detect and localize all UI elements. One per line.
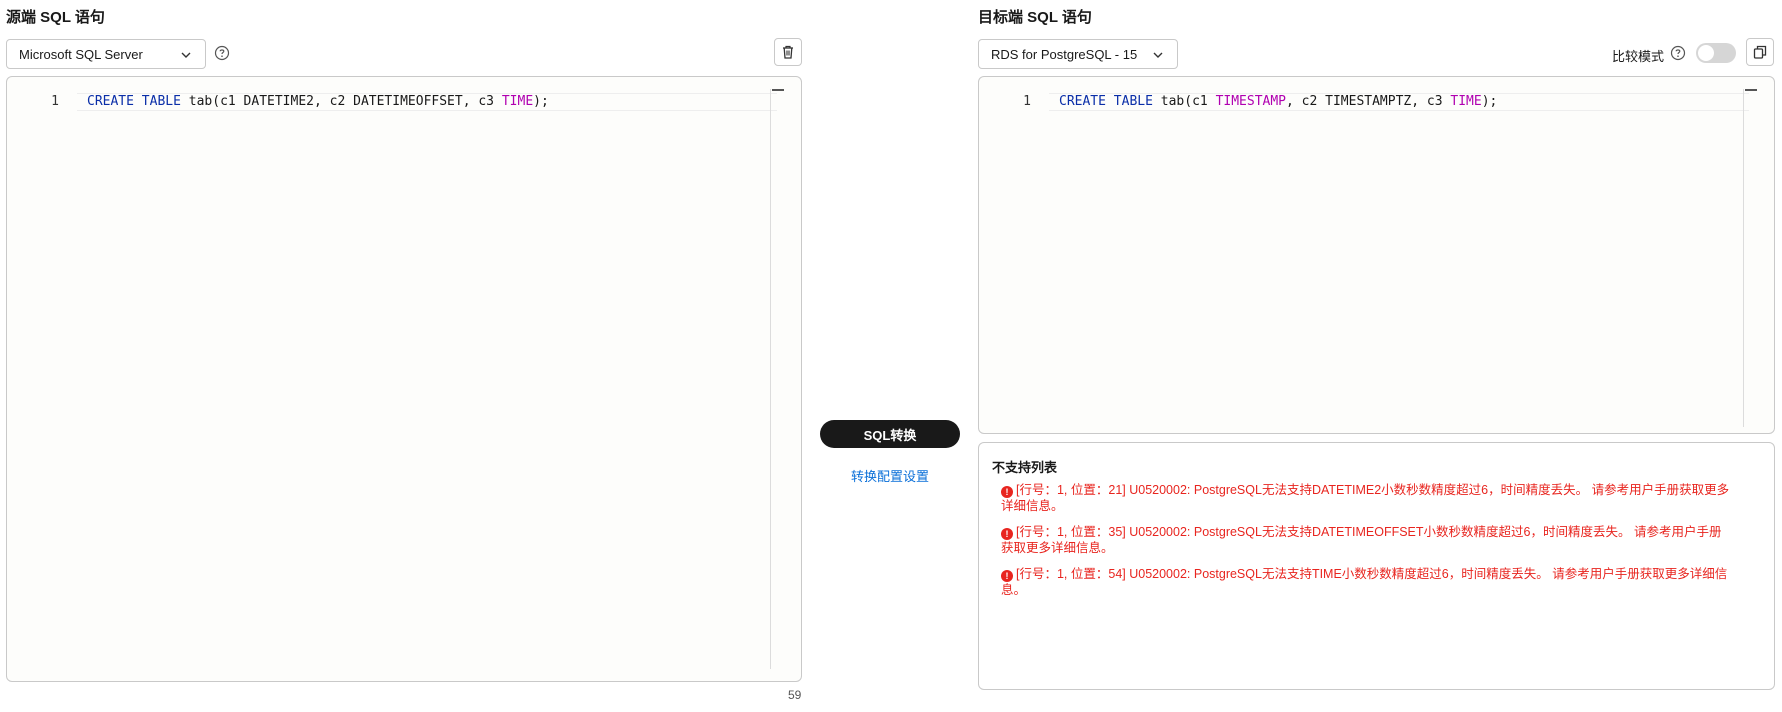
copy-target-button[interactable] bbox=[1746, 38, 1774, 66]
sql-keyword: CREATE bbox=[1059, 94, 1106, 109]
target-sql-title: 目标端 SQL 语句 bbox=[978, 9, 1092, 26]
scrollbar-thumb[interactable] bbox=[772, 89, 784, 91]
chevron-down-icon bbox=[1153, 52, 1163, 58]
convert-config-link[interactable]: 转换配置设置 bbox=[820, 466, 960, 485]
source-db-select-value: Microsoft SQL Server bbox=[19, 46, 143, 62]
help-icon[interactable] bbox=[1670, 45, 1686, 61]
code-line: 1 CREATE TABLE tab(c1 DATETIME2, c2 DATE… bbox=[7, 93, 801, 111]
sql-type: TIME bbox=[1450, 94, 1482, 109]
line-number: 1 bbox=[1023, 94, 1031, 109]
issue-text: [行号：1, 位置：21] U0520002: PostgreSQL无法支持DA… bbox=[1001, 483, 1730, 513]
sql-type: TIMESTAMP bbox=[1215, 94, 1287, 109]
toggle-knob bbox=[1698, 45, 1714, 61]
compare-mode-label: 比较模式 bbox=[1612, 49, 1665, 64]
vertical-scrollbar[interactable] bbox=[770, 89, 784, 669]
scrollbar-thumb[interactable] bbox=[1745, 89, 1757, 91]
target-code-text[interactable]: CREATE TABLE tab(c1 TIMESTAMP, c2 TIMEST… bbox=[1059, 93, 1497, 111]
sql-convert-button[interactable]: SQL转换 bbox=[820, 420, 960, 448]
clear-source-button[interactable] bbox=[774, 38, 802, 66]
sql-text: , c2 TIMESTAMPTZ, c3 bbox=[1286, 94, 1451, 109]
sql-keyword: TABLE bbox=[141, 94, 181, 109]
target-code-editor[interactable]: 1 CREATE TABLE tab(c1 TIMESTAMP, c2 TIME… bbox=[978, 76, 1775, 434]
source-sql-title: 源端 SQL 语句 bbox=[6, 9, 105, 26]
sql-text: ); bbox=[1481, 94, 1498, 109]
unsupported-list-title: 不支持列表 bbox=[992, 460, 1058, 475]
issue-text: [行号：1, 位置：35] U0520002: PostgreSQL无法支持DA… bbox=[1001, 525, 1722, 555]
source-code-text[interactable]: CREATE TABLE tab(c1 DATETIME2, c2 DATETI… bbox=[87, 93, 549, 111]
sql-text: ); bbox=[533, 94, 549, 109]
help-icon[interactable] bbox=[214, 45, 230, 61]
target-db-select-value: RDS for PostgreSQL - 15 bbox=[991, 46, 1138, 62]
issue-text: [行号：1, 位置：54] U0520002: PostgreSQL无法支持TI… bbox=[1001, 567, 1728, 597]
source-code-editor[interactable]: 1 CREATE TABLE tab(c1 DATETIME2, c2 DATE… bbox=[6, 76, 802, 682]
chevron-down-icon bbox=[181, 52, 191, 58]
code-line: 1 CREATE TABLE tab(c1 TIMESTAMP, c2 TIME… bbox=[979, 93, 1774, 111]
source-db-select[interactable]: Microsoft SQL Server bbox=[6, 39, 206, 69]
unsupported-list-panel: 不支持列表 ! [行号：1, 位置：21] U0520002: PostgreSQ… bbox=[978, 442, 1775, 690]
trash-icon bbox=[783, 45, 793, 59]
issue-item: ! [行号：1, 位置：35] U0520002: PostgreSQL无法支持D… bbox=[1001, 524, 1731, 556]
vertical-scrollbar[interactable] bbox=[1743, 89, 1757, 427]
issue-item: ! [行号：1, 位置：21] U0520002: PostgreSQL无法支持D… bbox=[1001, 482, 1731, 514]
exclamation-circle-icon: ! bbox=[1001, 570, 1013, 582]
target-db-select[interactable]: RDS for PostgreSQL - 15 bbox=[978, 39, 1178, 69]
exclamation-circle-icon: ! bbox=[1001, 486, 1013, 498]
line-number: 1 bbox=[51, 94, 59, 109]
sql-keyword: TABLE bbox=[1113, 94, 1153, 109]
exclamation-circle-icon: ! bbox=[1001, 528, 1013, 540]
compare-mode-toggle[interactable] bbox=[1696, 43, 1736, 63]
copy-icon bbox=[1753, 45, 1767, 59]
sql-type: TIME bbox=[501, 94, 534, 109]
sql-keyword: CREATE bbox=[87, 94, 134, 109]
char-count: 59 bbox=[788, 688, 802, 702]
sql-text: tab(c1 bbox=[1152, 94, 1216, 109]
sql-text: tab(c1 DATETIME2, c2 DATETIMEOFFSET, c3 bbox=[180, 94, 502, 109]
issue-item: ! [行号：1, 位置：54] U0520002: PostgreSQL无法支持T… bbox=[1001, 566, 1731, 598]
